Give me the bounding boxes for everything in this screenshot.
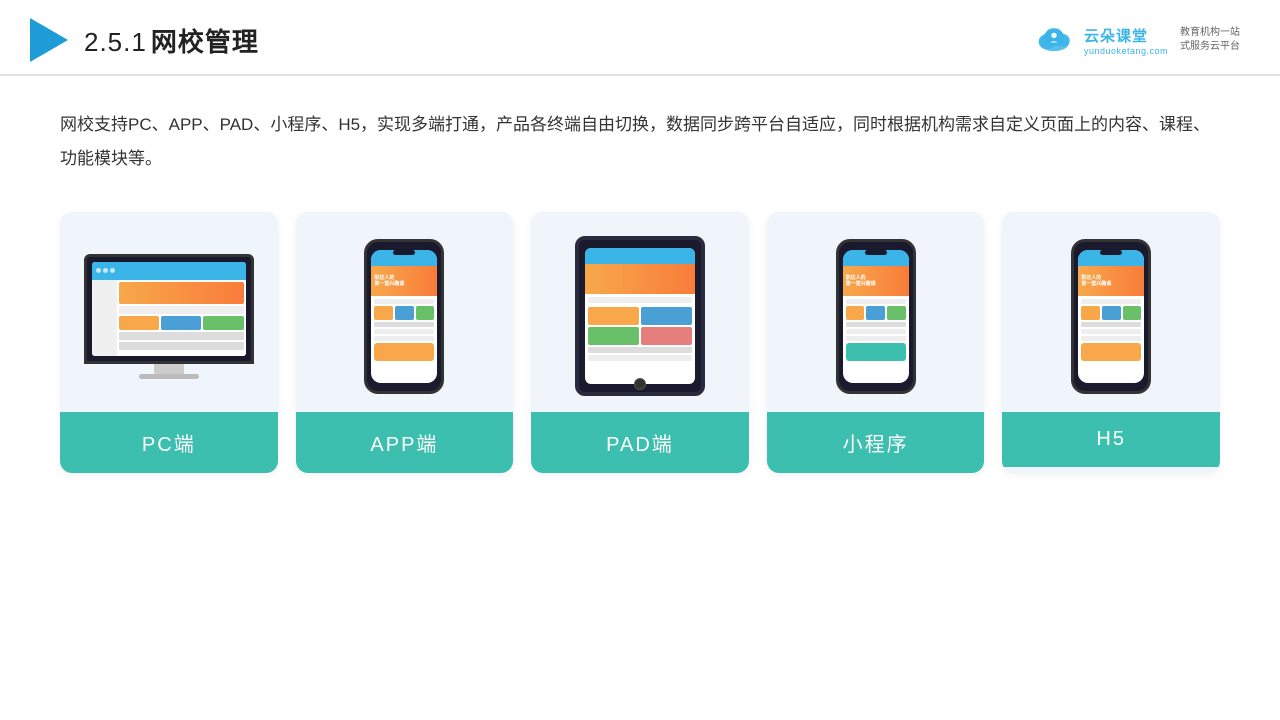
header: 2.5.1网校管理 云朵课堂 yunduoketang.com 教育机构一站 式… <box>0 0 1280 76</box>
tablet-screen <box>585 248 695 384</box>
pc-base <box>139 374 199 379</box>
phone-banner: 职达人的第一堂兴趣课 <box>371 266 437 296</box>
pc-sidebar <box>92 280 117 356</box>
card-app: 职达人的第一堂兴趣课 <box>296 212 514 473</box>
h5-phone-banner-text: 职达人的第一堂兴趣课 <box>1081 275 1111 287</box>
page-title: 2.5.1网校管理 <box>84 22 259 59</box>
phone-notch <box>393 250 415 255</box>
phone-grid-3 <box>416 306 435 320</box>
mini-phone-grid <box>846 306 906 320</box>
mini-phone-banner: 职达人的第一堂兴趣课 <box>843 266 909 296</box>
pc-cards <box>119 316 244 330</box>
mini-phone-outer: 职达人的第一堂兴趣课 <box>836 239 916 394</box>
h5-phone-screen: 职达人的第一堂兴趣课 <box>1078 250 1144 383</box>
card-h5-image: 职达人的第一堂兴趣课 <box>1002 212 1220 412</box>
pc-body <box>92 280 246 356</box>
card-h5-label: H5 <box>1002 412 1220 467</box>
tablet-outer <box>575 236 705 396</box>
h5-phone-body <box>1078 296 1144 364</box>
card-miniprogram: 职达人的第一堂兴趣课 <box>767 212 985 473</box>
pc-card-3 <box>203 316 243 330</box>
app-device: 职达人的第一堂兴趣课 <box>364 239 444 394</box>
logo-slogan: 教育机构一站 式服务云平台 <box>1180 26 1240 54</box>
logo-url: yunduoketang.com <box>1084 46 1168 56</box>
pc-row-1 <box>119 306 244 314</box>
h5-device: 职达人的第一堂兴趣课 <box>1071 239 1151 394</box>
cloud-icon <box>1032 25 1076 55</box>
card-miniprogram-label: 小程序 <box>767 412 985 473</box>
pc-card-1 <box>119 316 159 330</box>
tablet-grid <box>588 307 692 345</box>
pc-screen-inner <box>92 262 246 356</box>
phone-grid-2 <box>395 306 414 320</box>
mini-phone-screen: 职达人的第一堂兴趣课 <box>843 250 909 383</box>
h5-phone-banner: 职达人的第一堂兴趣课 <box>1078 266 1144 296</box>
tablet-home-btn <box>634 378 646 390</box>
card-app-image: 职达人的第一堂兴趣课 <box>296 212 514 412</box>
pc-row-3 <box>119 342 244 350</box>
card-app-label: APP端 <box>296 412 514 473</box>
tablet-grid-1 <box>588 307 639 325</box>
pc-topbar <box>92 262 246 280</box>
pc-banner <box>119 282 244 304</box>
phone-screen: 职达人的第一堂兴趣课 <box>371 250 437 383</box>
pc-row-2 <box>119 332 244 340</box>
phone-outer: 职达人的第一堂兴趣课 <box>364 239 444 394</box>
phone-grid-1 <box>374 306 393 320</box>
card-pad-image <box>531 212 749 412</box>
play-icon <box>30 18 68 62</box>
h5-phone-outer: 职达人的第一堂兴趣课 <box>1071 239 1151 394</box>
tablet-grid-2 <box>641 307 692 325</box>
tablet-banner <box>585 264 695 294</box>
tablet-topbar <box>585 248 695 264</box>
phone-banner-text: 职达人的第一堂兴趣课 <box>374 275 404 287</box>
card-pc: PC端 <box>60 212 278 473</box>
pc-main <box>117 280 246 356</box>
mini-phone-body <box>843 296 909 364</box>
logo-area: 云朵课堂 yunduoketang.com 教育机构一站 式服务云平台 <box>1032 25 1240 56</box>
card-miniprogram-image: 职达人的第一堂兴趣课 <box>767 212 985 412</box>
pc-card-2 <box>161 316 201 330</box>
header-left: 2.5.1网校管理 <box>30 18 259 62</box>
description-text: 网校支持PC、APP、PAD、小程序、H5，实现多端打通，产品各终端自由切换，数… <box>0 76 1280 192</box>
card-pad-label: PAD端 <box>531 412 749 473</box>
pc-screen-outer <box>84 254 254 364</box>
cards-container: PC端 职达人的第一堂兴趣课 <box>0 192 1280 503</box>
logo-text: 云朵课堂 yunduoketang.com <box>1084 25 1168 56</box>
tablet-grid-4 <box>641 327 692 345</box>
tablet-body <box>585 294 695 364</box>
phone-grid <box>374 306 434 320</box>
card-h5: 职达人的第一堂兴趣课 <box>1002 212 1220 473</box>
logo-name: 云朵课堂 <box>1084 25 1148 46</box>
pc-stand <box>154 364 184 374</box>
card-pc-image <box>60 212 278 412</box>
phone-body <box>371 296 437 364</box>
mini-phone-banner-text: 职达人的第一堂兴趣课 <box>846 275 876 287</box>
pad-device <box>575 236 705 396</box>
mini-phone-notch <box>865 250 887 255</box>
h5-phone-notch <box>1100 250 1122 255</box>
title-number: 2.5.1 <box>84 27 147 57</box>
pc-screen-content <box>92 262 246 356</box>
card-pc-label: PC端 <box>60 412 278 473</box>
miniprogram-device: 职达人的第一堂兴趣课 <box>836 239 916 394</box>
h5-phone-grid <box>1081 306 1141 320</box>
title-text: 网校管理 <box>151 27 259 57</box>
card-pad: PAD端 <box>531 212 749 473</box>
tablet-grid-3 <box>588 327 639 345</box>
pc-device <box>84 254 254 379</box>
